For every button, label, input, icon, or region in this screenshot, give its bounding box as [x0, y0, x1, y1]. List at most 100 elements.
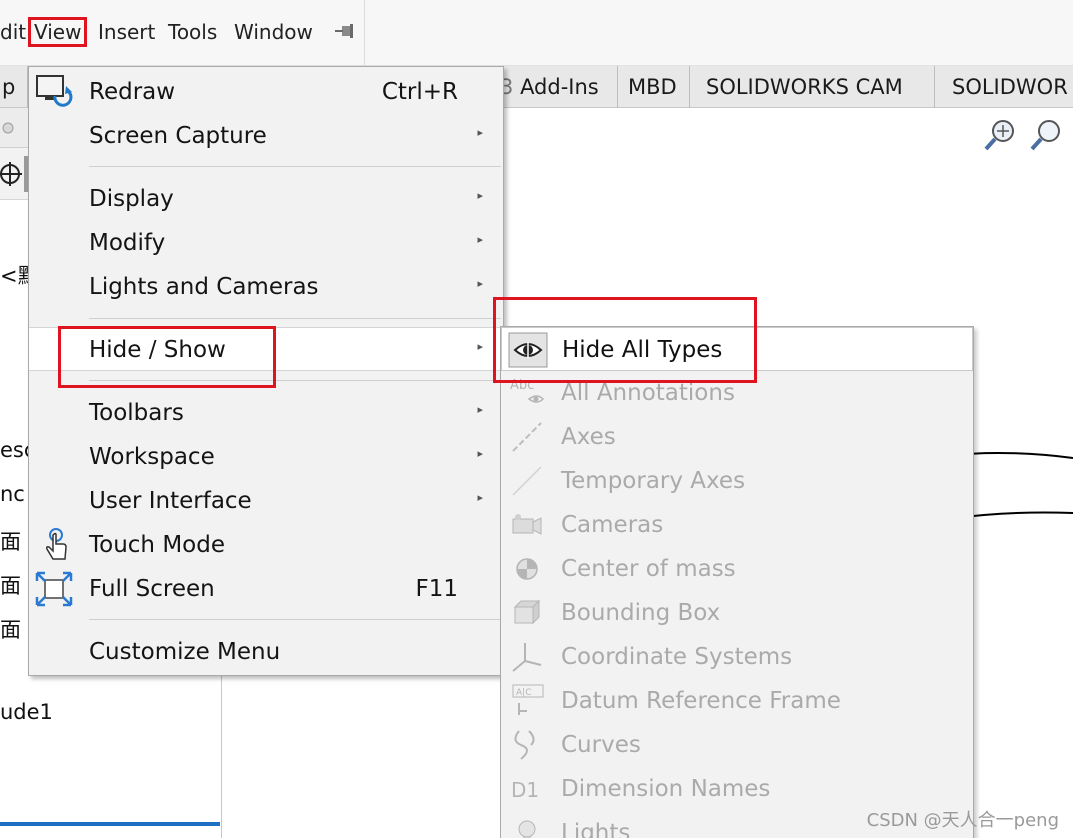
submenu-item-label: Cameras	[561, 512, 664, 538]
submenu-arrow-icon: ▸	[477, 189, 483, 202]
submenu-item-temporary-axes[interactable]: Temporary Axes	[501, 459, 973, 503]
full-screen-icon	[35, 571, 73, 607]
menubar: dit View Insert Tools Window	[0, 0, 1073, 66]
tab-partial-left[interactable]: p	[0, 66, 28, 108]
eye-icon	[508, 332, 548, 368]
camera-icon	[512, 514, 542, 535]
menu-item-label: Customize Menu	[89, 639, 281, 665]
menu-item-shortcut: Ctrl+R	[381, 79, 458, 105]
crosshair-icon[interactable]	[0, 160, 26, 188]
tab-add-ins-label: Add-Ins	[520, 75, 599, 99]
tab-solidworks-cam[interactable]: SOLIDWORKS CAM	[690, 66, 935, 108]
submenu-arrow-icon: ▸	[477, 126, 483, 139]
submenu-arrow-icon: ▸	[477, 233, 483, 246]
submenu-item-label: Center of mass	[561, 556, 736, 582]
panel-scroll-indicator	[0, 822, 220, 826]
tree-item-partial-3[interactable]: nc	[0, 482, 25, 506]
menu-item-label: Modify	[89, 230, 166, 256]
datum-icon-text: A|C	[516, 688, 531, 698]
menubar-divider	[364, 0, 365, 66]
submenu-item-label: Datum Reference Frame	[561, 688, 841, 714]
submenu-item-label: Temporary Axes	[561, 468, 746, 494]
submenu-item-bounding-box[interactable]: Bounding Box	[501, 591, 973, 635]
menu-item-screen-capture[interactable]: Screen Capture ▸	[29, 114, 503, 158]
tab-add-ins[interactable]: 3 Add-Ins	[496, 66, 618, 108]
menu-item-user-interface[interactable]: User Interface ▸	[29, 479, 503, 523]
tree-item-extrude[interactable]: ude1	[0, 700, 53, 724]
menu-window[interactable]: Window	[234, 17, 313, 47]
menu-item-display[interactable]: Display ▸	[29, 177, 503, 221]
submenu-arrow-icon: ▸	[477, 491, 483, 504]
redraw-icon	[36, 75, 73, 107]
watermark: CSDN @天人合一peng	[866, 810, 1059, 831]
submenu-arrow-icon: ▸	[477, 340, 483, 353]
temporary-axis-icon	[512, 466, 542, 496]
hide-show-submenu: Hide All Types Abc All Annotations Axes …	[500, 326, 974, 838]
coordinate-system-icon	[512, 643, 542, 672]
menu-item-full-screen[interactable]: Full Screen F11	[29, 567, 503, 611]
menu-separator	[89, 380, 501, 381]
tree-item-plane-2[interactable]: 面	[0, 570, 21, 600]
dimension-name-icon: D1	[511, 778, 539, 802]
menu-edit[interactable]: dit	[0, 17, 26, 47]
submenu-item-label: Lights	[561, 820, 631, 838]
submenu-item-coordinate-systems[interactable]: Coordinate Systems	[501, 635, 973, 679]
submenu-item-label: Coordinate Systems	[561, 644, 793, 670]
submenu-item-cameras[interactable]: Cameras	[501, 503, 973, 547]
submenu-item-label: All Annotations	[561, 380, 735, 406]
menu-item-label: Toolbars	[89, 400, 184, 426]
submenu-arrow-icon: ▸	[477, 447, 483, 460]
menu-item-hide-show[interactable]: Hide / Show ▸	[29, 327, 503, 371]
submenu-item-label: Hide All Types	[562, 337, 723, 363]
submenu-arrow-icon: ▸	[477, 277, 483, 290]
menu-item-label: Lights and Cameras	[89, 274, 319, 300]
menu-item-label: Display	[89, 186, 174, 212]
curve-icon	[514, 730, 535, 760]
menu-item-customize-menu[interactable]: Customize Menu	[29, 630, 503, 674]
menu-item-label: Full Screen	[89, 576, 215, 602]
center-of-mass-icon	[516, 558, 538, 580]
menu-item-label: Workspace	[89, 444, 215, 470]
tab-solidworks-partial[interactable]: SOLIDWOR	[935, 66, 1073, 108]
submenu-item-label: Axes	[561, 424, 616, 450]
submenu-item-dimension-names[interactable]: D1 Dimension Names	[501, 767, 973, 811]
submenu-item-label: Dimension Names	[561, 776, 771, 802]
submenu-item-axes[interactable]: Axes	[501, 415, 973, 459]
submenu-item-center-of-mass[interactable]: Center of mass	[501, 547, 973, 591]
tree-item-plane-3[interactable]: 面	[0, 614, 21, 644]
menu-item-shortcut: F11	[415, 576, 459, 602]
menu-item-label: Touch Mode	[89, 532, 225, 558]
menu-view[interactable]: View	[28, 17, 88, 47]
menu-item-label: Hide / Show	[89, 337, 226, 363]
menu-item-toolbars[interactable]: Toolbars ▸	[29, 391, 503, 435]
view-menu: Redraw Ctrl+R Screen Capture ▸ Display ▸…	[28, 66, 504, 676]
menu-item-redraw[interactable]: Redraw Ctrl+R	[29, 70, 503, 114]
submenu-item-label: Bounding Box	[561, 600, 721, 626]
menu-item-touch-mode[interactable]: Touch Mode	[29, 523, 503, 567]
submenu-item-hide-all-types[interactable]: Hide All Types	[501, 327, 973, 371]
tab-mbd[interactable]: MBD	[618, 66, 690, 108]
menu-insert[interactable]: Insert	[98, 17, 155, 47]
bounding-box-icon	[513, 599, 541, 625]
tree-item-plane-1[interactable]: 面	[0, 526, 21, 556]
dimension-icon-text: D1	[511, 778, 539, 802]
menu-tools[interactable]: Tools	[168, 17, 217, 47]
menu-item-modify[interactable]: Modify ▸	[29, 221, 503, 265]
datum-reference-frame-icon: A|C	[512, 684, 544, 715]
radio-icon[interactable]	[2, 122, 14, 134]
menu-item-label: User Interface	[89, 488, 252, 514]
annotation-icon-text: Abc	[510, 378, 534, 393]
menu-item-label: Screen Capture	[89, 123, 267, 149]
annotation-icon: Abc	[510, 378, 545, 403]
submenu-item-label: Curves	[561, 732, 641, 758]
submenu-item-all-annotations[interactable]: Abc All Annotations	[501, 371, 973, 415]
menu-separator	[89, 318, 501, 319]
pushpin-icon[interactable]	[333, 20, 357, 44]
menu-item-workspace[interactable]: Workspace ▸	[29, 435, 503, 479]
axis-icon	[512, 422, 542, 452]
menu-item-label: Redraw	[89, 79, 176, 105]
submenu-arrow-icon: ▸	[477, 403, 483, 416]
menu-item-lights-and-cameras[interactable]: Lights and Cameras ▸	[29, 265, 503, 309]
submenu-item-curves[interactable]: Curves	[501, 723, 973, 767]
submenu-item-datum-reference-frame[interactable]: A|C Datum Reference Frame	[501, 679, 973, 723]
